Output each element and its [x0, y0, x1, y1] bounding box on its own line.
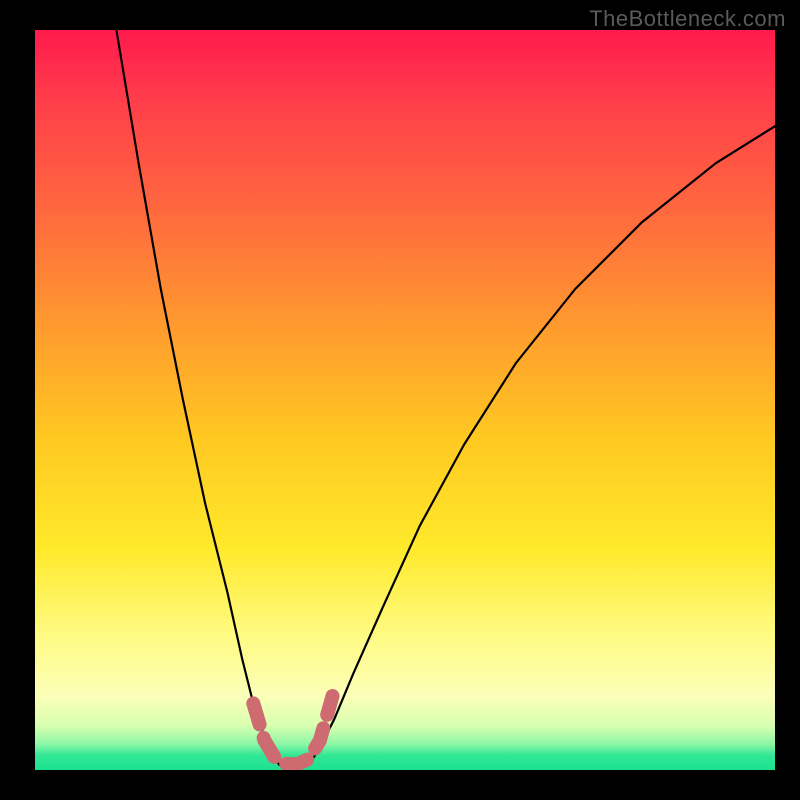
watermark-text: TheBottleneck.com: [589, 6, 786, 32]
chart-container: TheBottleneck.com: [0, 0, 800, 800]
right-branch: [309, 126, 775, 765]
curves-layer: [35, 30, 775, 770]
plot-area: [35, 30, 775, 770]
highlight-segment: [253, 696, 332, 764]
left-branch: [116, 30, 279, 765]
